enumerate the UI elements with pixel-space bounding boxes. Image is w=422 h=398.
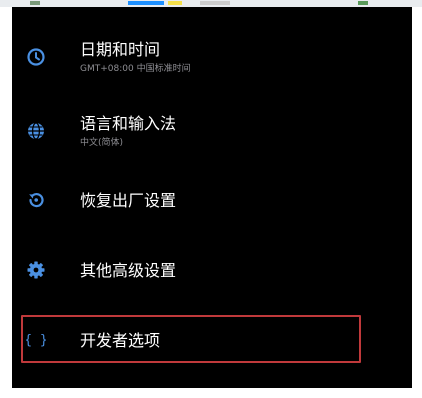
settings-screen: 日期和时间 GMT+08:00 中国标准时间 语言和输入法 中文(简体) 恢复出… <box>12 7 412 388</box>
toolbar-chip <box>200 1 230 5</box>
toolbar-chip <box>128 1 164 5</box>
settings-item-language-input[interactable]: 语言和输入法 中文(简体) <box>12 105 412 161</box>
settings-item-subtitle: 中文(简体) <box>80 138 124 148</box>
toolbar-chip <box>168 1 182 5</box>
bottom-margin <box>0 388 422 398</box>
highlight-box <box>21 315 361 363</box>
settings-item-title: 日期和时间 <box>80 40 161 59</box>
settings-item-title: 恢复出厂设置 <box>80 191 177 210</box>
settings-item-factory-reset[interactable]: 恢复出厂设置 <box>12 172 412 228</box>
restore-icon <box>25 189 47 211</box>
globe-icon <box>25 120 47 142</box>
clock-icon <box>25 46 47 68</box>
toolbar-chip <box>30 1 40 5</box>
toolbar-chip <box>358 1 368 5</box>
settings-item-subtitle: GMT+08:00 中国标准时间 <box>80 64 191 74</box>
host-toolbar-strip <box>0 0 422 7</box>
settings-item-title: 其他高级设置 <box>80 261 177 280</box>
gear-icon <box>25 259 47 281</box>
settings-item-advanced[interactable]: 其他高级设置 <box>12 243 412 299</box>
settings-item-title: 语言和输入法 <box>80 114 177 133</box>
settings-item-date-time[interactable]: 日期和时间 GMT+08:00 中国标准时间 <box>12 31 412 87</box>
